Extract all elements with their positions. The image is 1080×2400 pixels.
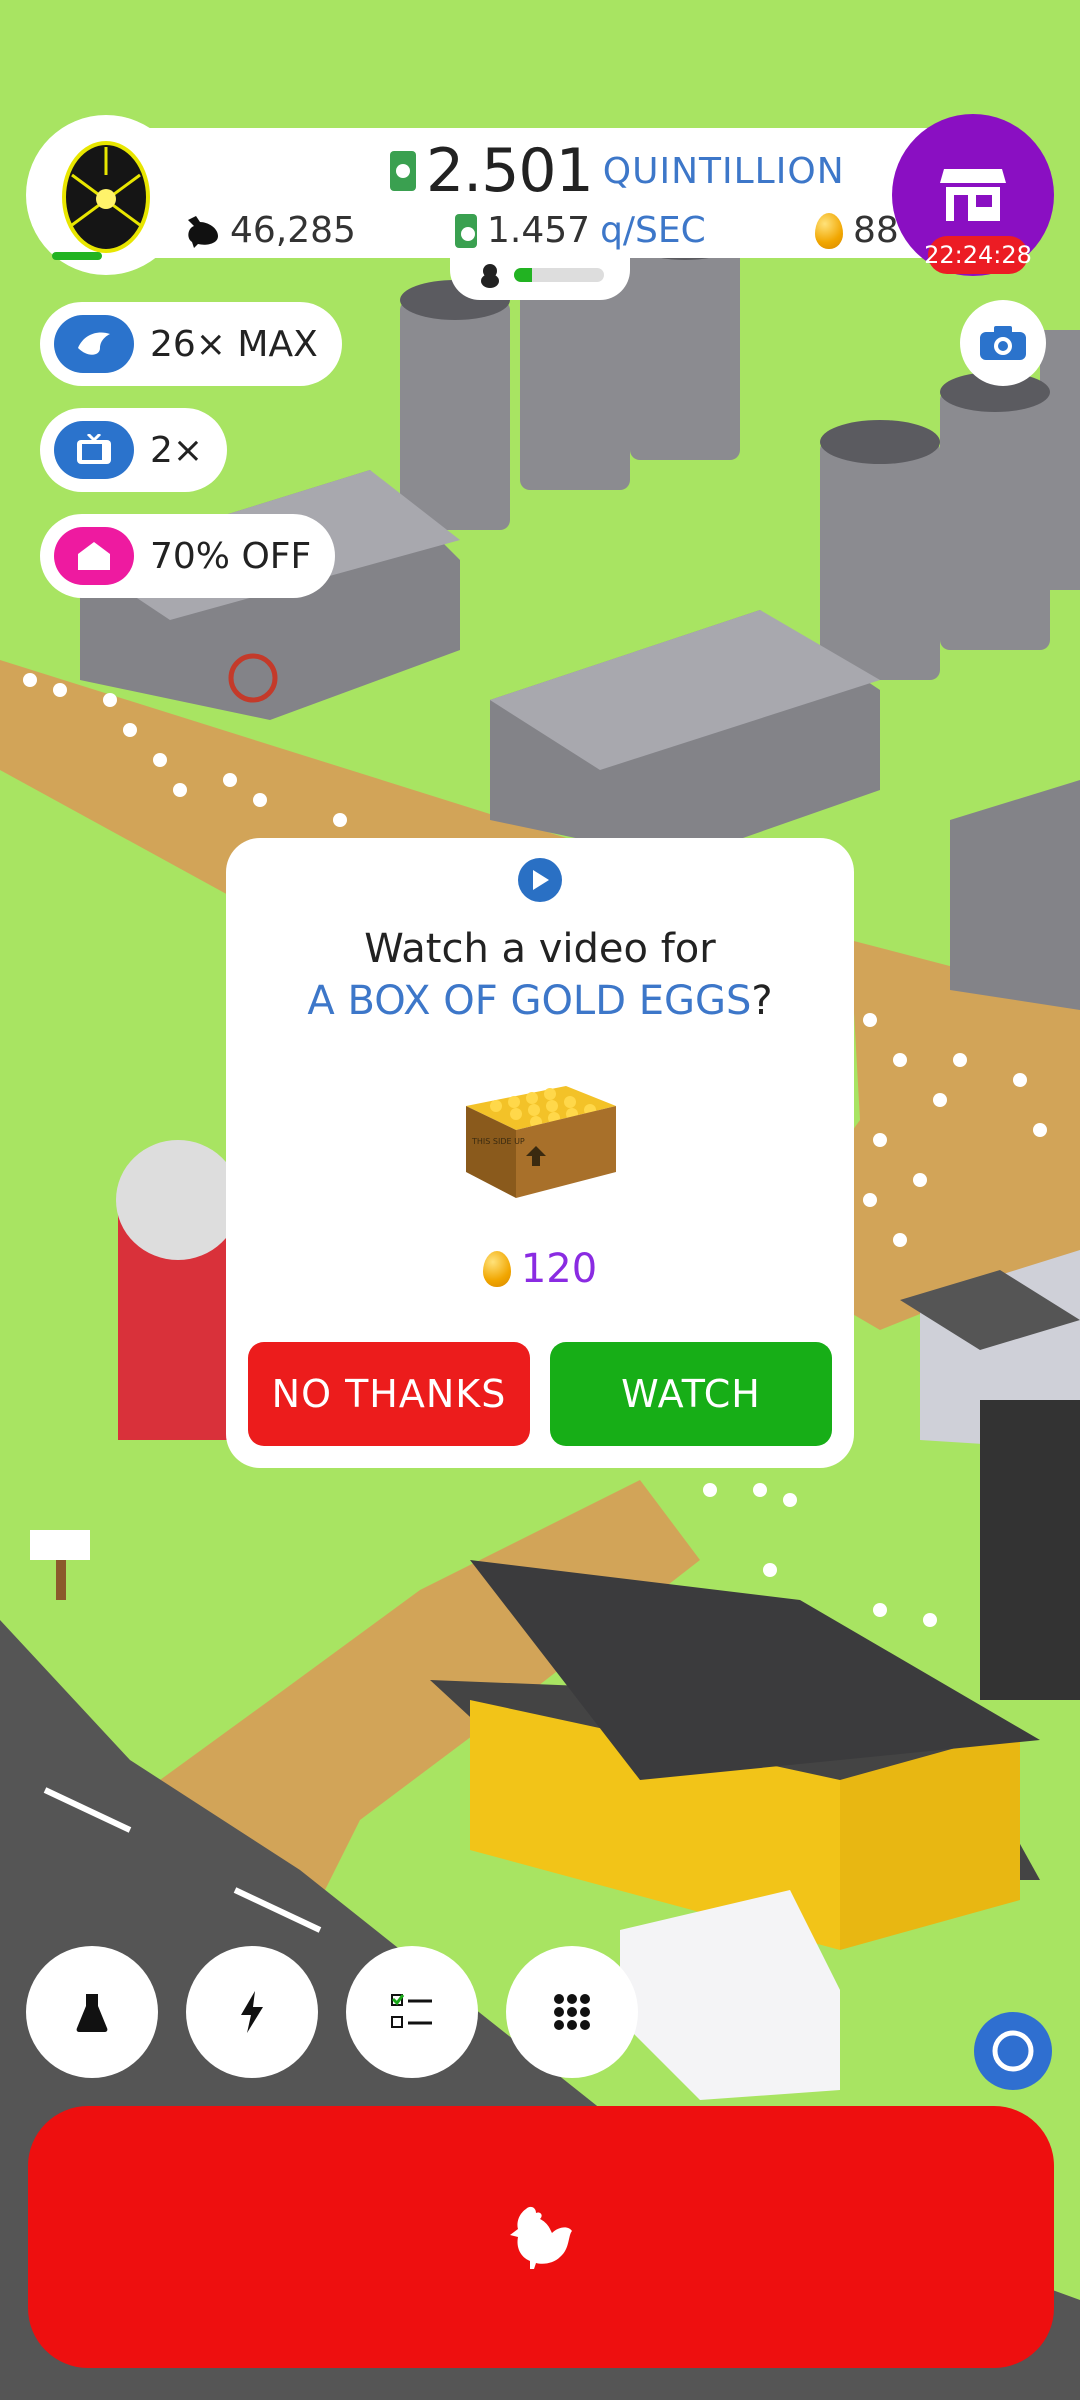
assistant-button[interactable] xyxy=(974,2012,1052,2090)
camera-button[interactable] xyxy=(960,300,1046,386)
shop-icon xyxy=(940,169,1006,221)
chicken-count-value: 46,285 xyxy=(230,210,356,251)
dialog-line-2: A BOX OF GOLD EGGS? xyxy=(226,978,854,1024)
menu-button[interactable] xyxy=(506,1946,638,2078)
ring-icon xyxy=(992,2030,1034,2072)
hatch-chicken-button[interactable] xyxy=(28,2106,1054,2368)
flask-icon xyxy=(76,1994,108,2032)
rate-value: 1.457 xyxy=(487,210,591,251)
chick-icon xyxy=(481,264,499,288)
camera-icon xyxy=(980,326,1026,360)
glowing-egg-icon xyxy=(62,141,150,253)
discount-pill[interactable]: 70% OFF xyxy=(40,514,336,598)
bird-icon xyxy=(54,315,134,373)
checklist-icon xyxy=(391,1994,432,2028)
play-video-icon xyxy=(518,858,562,902)
chicken-icon xyxy=(510,2206,572,2269)
chicken-boost-label: 26× MAX xyxy=(150,323,318,365)
rate-unit: q/SEC xyxy=(600,210,706,251)
chicken-boost-pill[interactable]: 26× MAX xyxy=(40,302,342,386)
boost-button[interactable] xyxy=(186,1946,318,2078)
hatchery-capacity xyxy=(450,250,630,300)
money-value: 2.501 xyxy=(426,136,594,206)
money-bill-icon xyxy=(455,213,477,248)
money-unit: QUINTILLION xyxy=(602,150,845,192)
dialog-offer: A BOX OF GOLD EGGS xyxy=(307,978,752,1024)
shop-timer: 22:24:28 xyxy=(924,236,1032,274)
reward-value: 120 xyxy=(520,1246,598,1292)
hatchery-fill xyxy=(514,268,532,282)
gold-egg-crate-icon: THIS SIDE UP xyxy=(466,1086,616,1198)
gold-egg-icon xyxy=(482,1251,511,1287)
video-boost-pill[interactable]: 2× xyxy=(40,408,228,492)
money-total: 2.501 QUINTILLION xyxy=(390,136,845,206)
gold-egg-value: 88 xyxy=(853,210,899,251)
dialog-question-mark: ? xyxy=(751,978,773,1024)
gold-egg-count[interactable]: 88 xyxy=(815,210,899,251)
money-rate: 1.457 q/SEC xyxy=(455,210,706,251)
reward-amount: 120 xyxy=(226,1246,854,1292)
money-bill-icon xyxy=(390,151,416,191)
lightning-icon xyxy=(241,1991,263,2033)
watch-button[interactable]: WATCH xyxy=(550,1342,832,1446)
chicken-count: 46,285 xyxy=(184,210,356,251)
gold-egg-icon xyxy=(815,212,843,249)
research-button[interactable] xyxy=(26,1946,158,2078)
no-thanks-button[interactable]: NO THANKS xyxy=(248,1342,530,1446)
house-icon xyxy=(54,527,134,585)
chicken-icon xyxy=(188,215,218,248)
egg-progress-bar xyxy=(52,252,102,260)
hatchery-track xyxy=(514,268,604,282)
dialog-line-1: Watch a video for xyxy=(364,926,716,972)
video-boost-label: 2× xyxy=(150,429,204,471)
discount-label: 70% OFF xyxy=(150,535,312,577)
crate-label: THIS SIDE UP xyxy=(471,1137,525,1146)
grid-icon xyxy=(554,1994,590,2030)
tv-icon xyxy=(54,421,134,479)
missions-button[interactable] xyxy=(346,1946,478,2078)
egg-badge[interactable] xyxy=(26,115,186,275)
reward-dialog: Watch a video for A BOX OF GOLD EGGS? TH… xyxy=(226,838,854,1468)
